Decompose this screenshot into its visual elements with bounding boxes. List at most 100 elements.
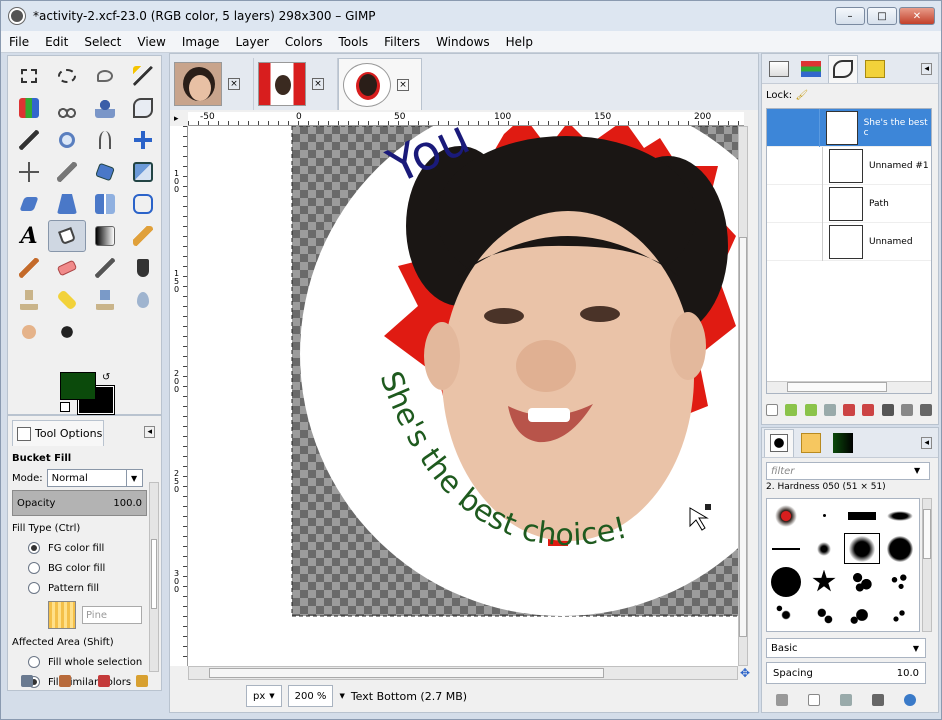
default-colors-icon[interactable]: [60, 402, 70, 412]
path-visibility-toggle[interactable]: [767, 146, 823, 185]
fill-option-bg[interactable]: BG color fill: [12, 558, 147, 578]
heal-tool[interactable]: [48, 284, 86, 316]
close-tab-icon[interactable]: ×: [228, 78, 240, 90]
maximize-button[interactable]: □: [867, 7, 897, 25]
zoom-tool[interactable]: [48, 124, 86, 156]
menu-layer[interactable]: Layer: [227, 35, 276, 49]
fill-option-pattern[interactable]: Pattern fill: [12, 578, 147, 598]
ellipse-select-tool[interactable]: [48, 60, 86, 92]
delete-brush-icon[interactable]: [872, 694, 884, 706]
shear-tool[interactable]: [10, 188, 48, 220]
brush-item[interactable]: [805, 532, 843, 565]
path-row[interactable]: Unnamed: [767, 222, 931, 261]
path-visibility-toggle[interactable]: [767, 108, 820, 147]
paint-along-path-icon[interactable]: [881, 404, 894, 416]
brush-item[interactable]: [805, 499, 843, 532]
crop-tool[interactable]: [48, 156, 86, 188]
image-panel-menu-icon[interactable]: ▸: [174, 114, 179, 124]
brush-item[interactable]: [805, 565, 843, 598]
path-row[interactable]: Path: [767, 184, 931, 223]
menu-tools[interactable]: Tools: [331, 35, 377, 49]
perspective-tool[interactable]: [48, 188, 86, 220]
brush-preset-select[interactable]: Basic ▼: [766, 638, 926, 658]
brush-item-selected[interactable]: [843, 532, 881, 565]
unit-select[interactable]: px ▼: [246, 685, 282, 707]
zoom-dropdown-icon[interactable]: ▼: [339, 692, 344, 700]
scroll-thumb[interactable]: [739, 237, 747, 637]
lock-icon[interactable]: 🖌: [795, 90, 808, 101]
path-row[interactable]: Unnamed #1: [767, 146, 931, 185]
paths-horizontal-scrollbar[interactable]: [767, 381, 931, 393]
pattern-name-field[interactable]: Pine: [82, 606, 142, 624]
menu-help[interactable]: Help: [498, 35, 541, 49]
fuzzy-select-tool[interactable]: [124, 60, 162, 92]
canvas-horizontal-scrollbar[interactable]: [188, 666, 738, 680]
tool-options-scrollbar[interactable]: [149, 482, 159, 672]
menu-filters[interactable]: Filters: [376, 35, 428, 49]
image-tab-3[interactable]: ×: [338, 58, 422, 110]
brush-item[interactable]: [843, 565, 881, 598]
flip-tool[interactable]: [86, 188, 124, 220]
menu-colors[interactable]: Colors: [277, 35, 331, 49]
brush-item[interactable]: [881, 499, 919, 532]
path-to-selection-icon[interactable]: [843, 404, 855, 416]
radio-fg-fill[interactable]: [28, 542, 40, 554]
bucket-fill-tool[interactable]: [48, 220, 86, 252]
refresh-brushes-icon[interactable]: [904, 694, 916, 706]
radio-fill-whole-selection[interactable]: [28, 656, 40, 668]
delete-options-icon[interactable]: [97, 675, 110, 687]
image-tab-1[interactable]: ×: [170, 58, 254, 110]
brush-item[interactable]: [767, 499, 805, 532]
path-row[interactable]: She's the best c: [767, 108, 931, 147]
selection-to-path-icon[interactable]: [862, 404, 875, 416]
stroke-path-icon[interactable]: [900, 404, 913, 416]
scroll-thumb[interactable]: [923, 509, 931, 559]
opacity-slider[interactable]: Opacity 100.0: [12, 490, 147, 516]
duplicate-brush-icon[interactable]: [840, 694, 852, 706]
radio-bg-fill[interactable]: [28, 562, 40, 574]
tab-gradients[interactable]: [828, 429, 858, 457]
free-select-tool[interactable]: [86, 60, 124, 92]
paintbrush-tool[interactable]: [10, 252, 48, 284]
panel-menu-icon[interactable]: ◂: [144, 426, 155, 438]
close-tab-icon[interactable]: ×: [312, 78, 324, 90]
ink-tool[interactable]: [124, 252, 162, 284]
tab-channels[interactable]: [796, 55, 826, 83]
select-by-color-tool[interactable]: [10, 92, 48, 124]
menu-edit[interactable]: Edit: [37, 35, 76, 49]
pencil-tool[interactable]: [124, 220, 162, 252]
scissors-tool[interactable]: [48, 92, 86, 124]
menu-select[interactable]: Select: [76, 35, 129, 49]
rect-select-tool[interactable]: [10, 60, 48, 92]
edit-brush-icon[interactable]: [776, 694, 788, 706]
new-brush-icon[interactable]: [808, 694, 820, 706]
close-tab-icon[interactable]: ×: [397, 78, 409, 91]
foreground-color-swatch[interactable]: [60, 372, 96, 400]
restore-options-icon[interactable]: [59, 675, 72, 687]
menu-image[interactable]: Image: [174, 35, 228, 49]
mode-select[interactable]: Normal ▼: [46, 469, 143, 487]
menu-windows[interactable]: Windows: [428, 35, 498, 49]
canvas-vertical-scrollbar[interactable]: [738, 126, 748, 666]
dock-menu-icon[interactable]: ◂: [921, 62, 932, 75]
brush-item[interactable]: [805, 598, 843, 631]
lower-path-icon[interactable]: [804, 404, 817, 416]
reset-options-icon[interactable]: [135, 675, 148, 687]
smudge-tool[interactable]: [10, 316, 48, 348]
canvas[interactable]: You She's the best choice!: [188, 126, 738, 666]
clone-tool[interactable]: [10, 284, 48, 316]
color-picker-tool[interactable]: [10, 124, 48, 156]
text-tool[interactable]: A: [10, 220, 48, 252]
foreground-select-tool[interactable]: [86, 92, 124, 124]
raise-path-icon[interactable]: [785, 404, 798, 416]
move-tool[interactable]: [124, 124, 162, 156]
duplicate-path-icon[interactable]: [823, 404, 836, 416]
blend-tool[interactable]: [86, 220, 124, 252]
scroll-thumb[interactable]: [209, 668, 604, 678]
perspective-clone-tool[interactable]: [86, 284, 124, 316]
tab-undo[interactable]: [860, 55, 890, 83]
brush-item[interactable]: [881, 598, 919, 631]
path-visibility-toggle[interactable]: [767, 184, 823, 223]
spacing-slider[interactable]: Spacing 10.0: [766, 662, 926, 684]
align-tool[interactable]: [10, 156, 48, 188]
